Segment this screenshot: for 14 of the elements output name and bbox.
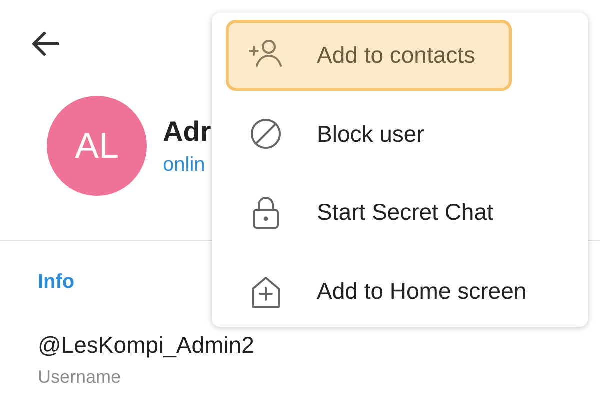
- menu-item-label: Block user: [317, 120, 424, 148]
- online-status: onlin: [163, 154, 206, 176]
- menu-item[interactable]: Start Secret Chat: [226, 178, 588, 248]
- avatar: AL: [47, 96, 147, 196]
- menu-item[interactable]: Block user: [226, 98, 588, 170]
- menu-item[interactable]: Add to contacts: [226, 20, 512, 91]
- menu-item-label: Start Secret Chat: [317, 199, 494, 226]
- menu-item-label: Add to Home screen: [317, 278, 527, 306]
- profile-name: Adr: [163, 116, 212, 148]
- section-heading: Info: [38, 271, 75, 294]
- username-label: Username: [38, 367, 122, 388]
- menu-item[interactable]: Add to Home screen: [226, 256, 588, 327]
- menu-item-label: Add to contacts: [317, 42, 476, 69]
- username-value: @LesKompi_Admin2: [38, 332, 254, 359]
